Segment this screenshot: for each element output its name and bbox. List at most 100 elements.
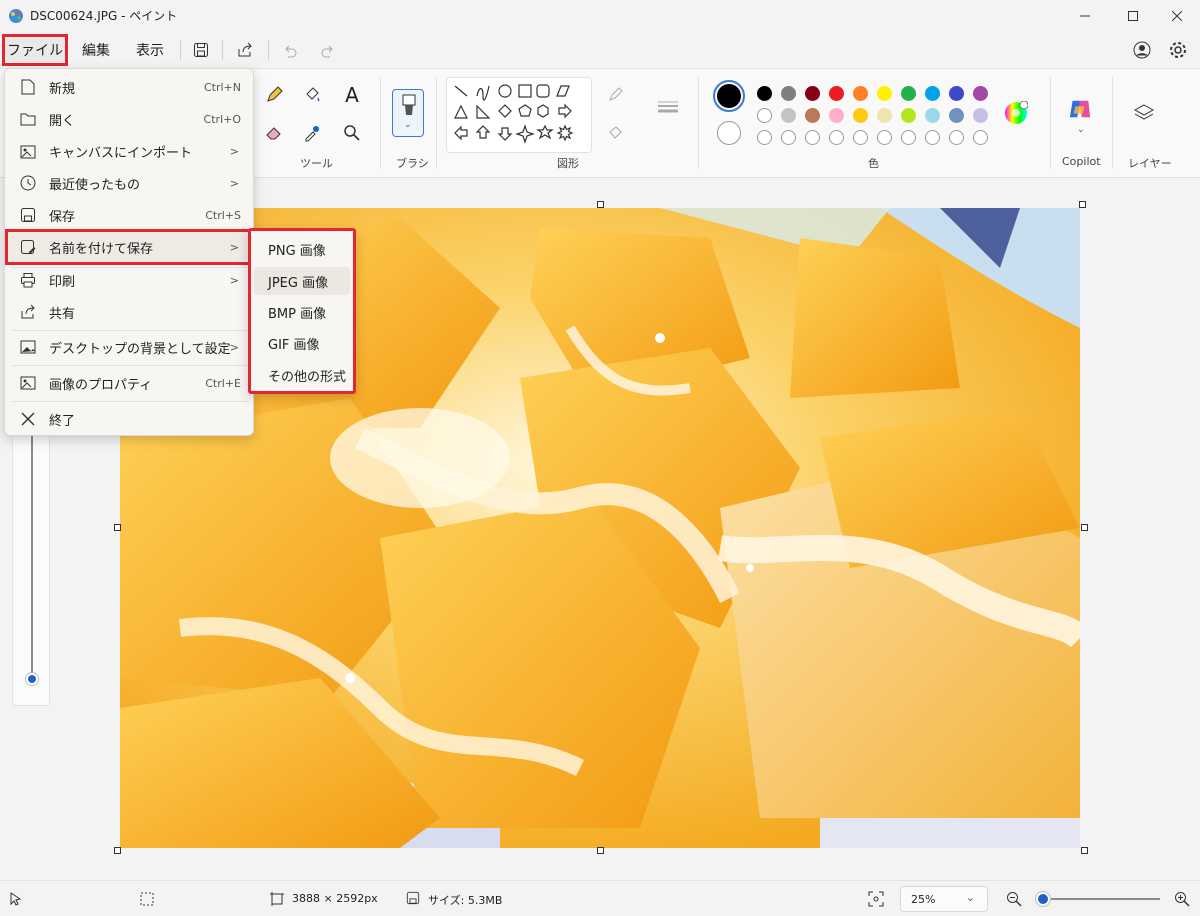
zoom-dropdown[interactable]: 25% ⌄	[900, 886, 988, 912]
submenu-item-jpeg[interactable]: JPEG 画像	[254, 267, 350, 295]
fit-to-window-icon[interactable]	[868, 891, 884, 907]
empty-color-swatch[interactable]	[781, 130, 796, 145]
outline-icon[interactable]	[604, 83, 628, 107]
edit-menu-button[interactable]: 編集	[80, 40, 112, 60]
color-swatch[interactable]	[853, 108, 868, 123]
color-swatch[interactable]	[805, 86, 820, 101]
edit-colors-icon[interactable]	[1004, 101, 1028, 125]
color-swatch[interactable]	[757, 108, 772, 123]
color-swatch[interactable]	[973, 86, 988, 101]
close-window-button[interactable]	[1154, 0, 1200, 32]
menu-item-share[interactable]: 共有	[5, 296, 255, 328]
zoom-slider-track[interactable]	[1036, 898, 1160, 900]
text-tool-icon[interactable]: A	[340, 83, 364, 107]
shapes-group-label: 図形	[557, 157, 579, 170]
submenu-item-png[interactable]: PNG 画像	[254, 235, 350, 263]
color-swatch[interactable]	[973, 108, 988, 123]
submenu-item-other-formats[interactable]: その他の形式	[254, 361, 350, 389]
minimize-button[interactable]	[1062, 0, 1108, 32]
menu-item-label: デスクトップの背景として設定	[49, 341, 231, 357]
chevron-right-icon: >	[229, 176, 239, 190]
color-swatch[interactable]	[949, 86, 964, 101]
color-swatch[interactable]	[853, 86, 868, 101]
submenu-item-gif[interactable]: GIF 画像	[254, 329, 350, 357]
color-swatch[interactable]	[949, 108, 964, 123]
maximize-button[interactable]	[1110, 0, 1156, 32]
color-swatch[interactable]	[757, 86, 772, 101]
magnifier-icon[interactable]	[340, 121, 364, 145]
shapes-gallery[interactable]	[446, 77, 592, 153]
menu-item-open[interactable]: 開く Ctrl+O	[5, 103, 255, 135]
menu-item-import-to-canvas[interactable]: キャンバスにインポート >	[5, 135, 255, 167]
ribbon-divider	[1050, 77, 1051, 169]
empty-color-swatch[interactable]	[973, 130, 988, 145]
resize-handle[interactable]	[1079, 201, 1086, 208]
menu-item-exit[interactable]: 終了	[5, 403, 255, 435]
resize-handle[interactable]	[597, 201, 604, 208]
resize-handle[interactable]	[114, 847, 121, 854]
menu-item-save-as[interactable]: 名前を付けて保存 >	[5, 229, 255, 265]
menu-item-print[interactable]: 印刷 >	[5, 264, 255, 296]
eraser-icon[interactable]	[262, 121, 286, 145]
color-swatch[interactable]	[805, 108, 820, 123]
copilot-icon[interactable]	[1068, 97, 1092, 121]
empty-color-swatch[interactable]	[949, 130, 964, 145]
menu-item-label: 保存	[49, 209, 76, 225]
menu-item-new[interactable]: 新規 Ctrl+N	[5, 71, 255, 103]
menu-item-save[interactable]: 保存 Ctrl+S	[5, 199, 255, 231]
zoom-thumb[interactable]	[26, 673, 38, 685]
zoom-slider-thumb[interactable]	[1036, 892, 1050, 906]
menu-item-set-desktop-background[interactable]: デスクトップの背景として設定 >	[5, 331, 255, 363]
secondary-color[interactable]	[717, 121, 741, 145]
color-swatch[interactable]	[829, 86, 844, 101]
fill-bucket-icon[interactable]	[300, 83, 324, 107]
file-size: サイズ: 5.3MB	[428, 894, 503, 907]
color-swatch[interactable]	[829, 108, 844, 123]
save-as-icon	[19, 238, 37, 256]
resize-handle[interactable]	[1081, 524, 1088, 531]
empty-color-swatch[interactable]	[829, 130, 844, 145]
layers-icon[interactable]	[1132, 101, 1156, 125]
file-menu-button[interactable]: ファイル	[2, 34, 68, 66]
submenu-item-bmp[interactable]: BMP 画像	[254, 298, 350, 326]
empty-color-swatch[interactable]	[901, 130, 916, 145]
resize-handle[interactable]	[1081, 847, 1088, 854]
menu-item-label: 新規	[49, 81, 76, 97]
menu-item-shortcut: Ctrl+S	[205, 208, 241, 222]
resize-handle[interactable]	[114, 524, 121, 531]
resize-handle[interactable]	[597, 847, 604, 854]
undo-icon[interactable]	[280, 40, 300, 60]
shape-fill-icon[interactable]	[604, 121, 628, 145]
color-swatch[interactable]	[901, 108, 916, 123]
color-swatch[interactable]	[925, 86, 940, 101]
empty-color-swatch[interactable]	[853, 130, 868, 145]
color-swatch[interactable]	[877, 108, 892, 123]
menu-item-recent[interactable]: 最近使ったもの >	[5, 167, 255, 199]
color-picker-icon[interactable]	[300, 121, 324, 145]
view-menu-button[interactable]: 表示	[134, 40, 166, 60]
settings-gear-icon[interactable]	[1168, 40, 1188, 60]
size-icon[interactable]	[656, 95, 680, 119]
vertical-zoom-rail[interactable]	[12, 416, 50, 706]
chevron-right-icon: >	[229, 340, 239, 354]
primary-color[interactable]	[713, 80, 745, 112]
redo-icon[interactable]	[318, 40, 338, 60]
brush-selector[interactable]: ⌄	[392, 89, 424, 137]
empty-color-swatch[interactable]	[925, 130, 940, 145]
color-swatch[interactable]	[781, 86, 796, 101]
color-swatch[interactable]	[877, 86, 892, 101]
image-properties-icon	[19, 374, 37, 392]
color-swatch[interactable]	[901, 86, 916, 101]
zoom-out-icon[interactable]	[1006, 891, 1022, 907]
save-icon[interactable]	[191, 40, 211, 60]
empty-color-swatch[interactable]	[757, 130, 772, 145]
pencil-icon[interactable]	[262, 83, 286, 107]
account-icon[interactable]	[1132, 40, 1152, 60]
menu-item-image-properties[interactable]: 画像のプロパティ Ctrl+E	[5, 367, 255, 399]
share-icon[interactable]	[235, 40, 255, 60]
empty-color-swatch[interactable]	[805, 130, 820, 145]
empty-color-swatch[interactable]	[877, 130, 892, 145]
color-swatch[interactable]	[925, 108, 940, 123]
color-swatch[interactable]	[781, 108, 796, 123]
zoom-in-icon[interactable]	[1174, 891, 1190, 907]
